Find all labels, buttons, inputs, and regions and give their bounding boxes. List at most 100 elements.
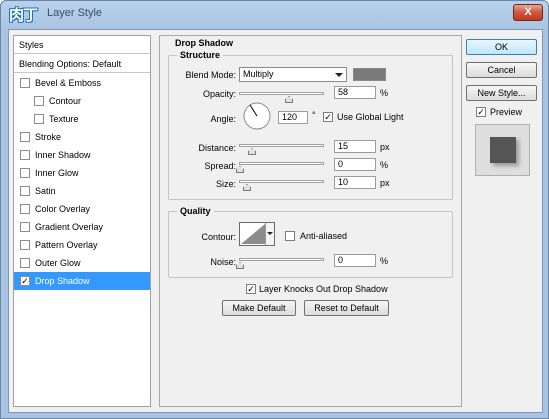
style-checkbox[interactable] [20,240,30,250]
distance-slider-track[interactable] [239,144,324,147]
opacity-unit: % [380,88,389,98]
structure-title: Structure [177,50,224,60]
new-style-button[interactable]: New Style... [466,85,537,101]
size-unit: px [380,178,390,188]
blend-mode-label: Blend Mode: [185,70,236,80]
chevron-down-icon [335,73,343,77]
size-slider-thumb[interactable] [243,184,251,191]
angle-dial[interactable] [242,101,272,131]
blend-mode-value: Multiply [243,69,274,79]
opacity-slider-track[interactable] [239,92,324,95]
preview-swatch [490,137,516,163]
style-checkbox[interactable] [20,78,30,88]
styles-header[interactable]: Styles [14,36,150,54]
style-item[interactable]: Satin [14,182,150,200]
style-item-label: Outer Glow [35,258,81,268]
noise-slider-thumb[interactable] [236,262,244,269]
style-item[interactable]: Outer Glow [14,254,150,272]
noise-input[interactable]: 0 [334,254,376,267]
style-item-label: Bevel & Emboss [35,78,102,88]
spread-label: Spread: [204,161,236,171]
angle-unit: ° [312,110,316,120]
blending-options-item[interactable]: Blending Options: Default [14,55,150,73]
blend-mode-select[interactable]: Multiply [239,67,347,82]
style-item-label: Stroke [35,132,62,142]
angle-label: Angle: [210,114,236,124]
preview-label: Preview [490,107,523,117]
style-item-label: Gradient Overlay [35,222,104,232]
size-input[interactable]: 10 [334,176,376,189]
style-checkbox[interactable] [34,96,44,106]
style-item[interactable]: Bevel & Emboss [14,74,150,92]
style-item-label: Inner Glow [35,168,79,178]
style-checkbox[interactable] [20,204,30,214]
style-item[interactable]: ✓ Drop Shadow [14,272,150,290]
style-checkbox[interactable] [20,222,30,232]
style-checkbox[interactable] [20,186,30,196]
style-checkbox[interactable]: ✓ [20,276,30,286]
distance-slider-thumb[interactable] [248,148,256,155]
style-checkbox[interactable] [20,150,30,160]
anti-aliased-label: Anti-aliased [300,231,348,241]
spread-slider-thumb[interactable] [236,166,244,173]
close-button[interactable]: X [513,4,543,21]
spread-input[interactable]: 0 [334,158,376,171]
style-item[interactable]: Stroke [14,128,150,146]
quality-title: Quality [177,206,214,216]
style-item[interactable]: Gradient Overlay [14,218,150,236]
noise-unit: % [380,256,389,266]
shadow-color-swatch[interactable] [353,68,386,81]
spread-slider-track[interactable] [239,162,324,165]
style-item[interactable]: Inner Shadow [14,146,150,164]
distance-input[interactable]: 15 [334,140,376,153]
contour-picker[interactable] [239,222,275,246]
preview-checkbox[interactable]: ✓ [476,107,486,117]
style-item-label: Contour [49,96,82,106]
chevron-down-icon [267,232,273,235]
angle-input[interactable]: 120 [278,111,308,124]
noise-slider-track[interactable] [239,258,324,261]
style-item[interactable]: Inner Glow [14,164,150,182]
knockout-checkbox[interactable]: ✓ [246,284,256,294]
noise-label: Noise: [210,257,236,267]
make-default-button[interactable]: Make Default [222,300,296,316]
use-global-light-checkbox[interactable]: ✓ [323,112,333,122]
spread-unit: % [380,160,389,170]
reset-to-default-button[interactable]: Reset to Default [304,300,389,316]
size-label: Size: [215,179,236,189]
contour-curve-icon [241,224,265,244]
style-item[interactable]: Color Overlay [14,200,150,218]
contour-dropdown-button[interactable] [265,223,274,245]
cancel-button[interactable]: Cancel [466,62,537,78]
knockout-label: Layer Knocks Out Drop Shadow [259,284,388,294]
opacity-label: Opacity: [202,89,236,99]
style-item-label: Texture [49,114,79,124]
layer-style-dialog: 肉丁 Layer Style X Styles Blending Options… [0,0,549,419]
opacity-slider-thumb[interactable] [285,96,293,103]
style-checkbox[interactable] [20,132,30,142]
structure-group: Structure Blend Mode: Multiply Opacity: … [168,50,453,200]
style-item-label: Pattern Overlay [35,240,98,250]
style-item-label: Color Overlay [35,204,91,214]
quality-group: Quality Contour: Anti-aliased Noise: 0 % [168,206,453,278]
ok-button[interactable]: OK [466,39,537,55]
panel-title: Drop Shadow [175,38,233,48]
style-preview [475,124,530,176]
contour-label: Contour: [201,232,236,242]
watermark-logo: 肉丁 [9,7,38,24]
style-item[interactable]: Texture [14,110,150,128]
style-checkbox[interactable] [34,114,44,124]
style-item-label: Inner Shadow [35,150,91,160]
styles-list: Styles Blending Options: Default Bevel &… [13,35,151,407]
style-checkbox[interactable] [20,168,30,178]
style-item-label: Satin [35,186,56,196]
title-bar[interactable]: 肉丁 Layer Style X [1,1,549,27]
use-global-light-label: Use Global Light [337,112,404,122]
style-item[interactable]: Contour [14,92,150,110]
size-slider-track[interactable] [239,180,324,183]
anti-aliased-checkbox[interactable] [285,231,295,241]
window-title: Layer Style [47,7,103,19]
style-item[interactable]: Pattern Overlay [14,236,150,254]
opacity-input[interactable]: 58 [334,86,376,99]
style-checkbox[interactable] [20,258,30,268]
